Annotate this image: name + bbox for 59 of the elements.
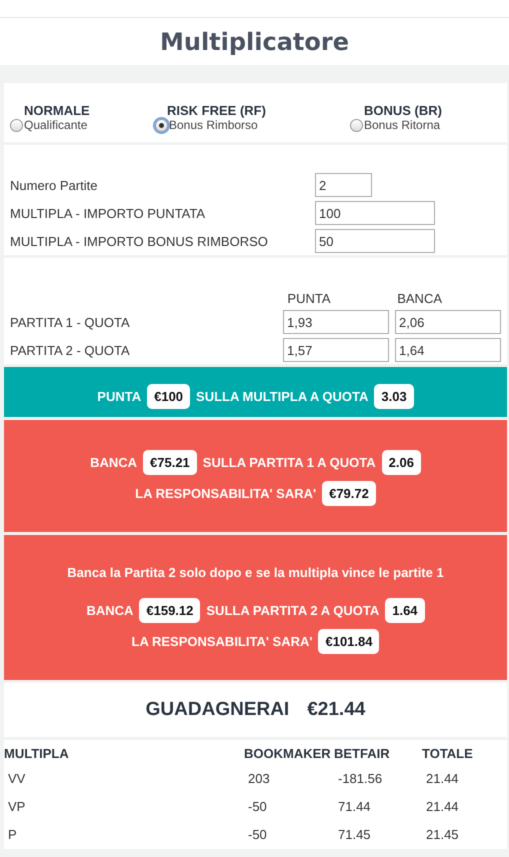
table-cell: 71.44 [334,793,422,821]
table-cell: P [4,821,244,849]
table-cell: -50 [244,793,334,821]
profit-label: GUADAGNERAI [146,699,290,721]
table-cell: 71.45 [334,821,422,849]
instruction-text: SULLA PARTITA 1 A QUOTA [202,455,376,470]
table-header: BETFAIR [334,740,422,765]
mode-option[interactable]: Bonus Rimborso [155,118,350,132]
column-header: PUNTA [287,290,332,306]
table-header: TOTALE [422,740,507,765]
table-header: MULTIPLA [4,740,244,765]
instruction-text: BANCA [90,455,138,470]
radio-button[interactable] [10,118,23,132]
table-cell: -50 [244,821,334,849]
value-badge: €100 [147,384,190,409]
radio-button[interactable] [350,118,363,132]
value-badge: €159.12 [139,598,200,623]
panel-note: Banca la Partita 2 solo dopo e se la multipla vince le partite 1 [67,565,444,580]
input-field[interactable]: 50 [315,229,435,253]
field-label: Numero Partite [10,178,98,192]
instruction-text: LA RESPONSABILITA' SARA' [135,486,316,501]
input-field[interactable]: 2 [315,173,372,197]
value-badge: €101.84 [318,629,380,654]
odds-field[interactable]: 1,64 [395,338,501,362]
table-cell: 21.44 [422,765,507,793]
radio-button[interactable] [155,118,168,132]
page-title: Multiplicatore [160,28,350,56]
instruction-text: SULLA PARTITA 2 A QUOTA [206,603,380,618]
value-badge: €79.72 [322,481,376,506]
odds-field[interactable]: 1,93 [283,310,389,334]
value-badge: 1.64 [385,598,425,623]
value-badge: €75.21 [143,450,197,475]
mode-heading: NORMALE [23,103,91,118]
odds-field[interactable]: 1,57 [283,338,389,362]
column-header: BANCA [397,290,444,306]
instruction-text: SULLA MULTIPLA A QUOTA [196,389,368,404]
row-label: PARTITA 1 - QUOTA [10,314,131,330]
mode-heading: RISK FREE (RF) [166,103,267,118]
table-cell: 203 [244,765,334,793]
mode-option[interactable]: Qualificante [10,118,155,132]
field-label: MULTIPLA - IMPORTO BONUS RIMBORSO [10,234,269,248]
odds-field[interactable]: 2,06 [395,310,501,334]
table-cell: -181.56 [334,765,422,793]
input-field[interactable]: 100 [315,201,435,225]
table-cell: 21.45 [422,821,507,849]
mode-option[interactable]: Bonus Ritorna [350,118,507,132]
instruction-text: LA RESPONSABILITA' SARA' [132,634,312,649]
instruction-text: BANCA [86,603,134,618]
field-label: MULTIPLA - IMPORTO PUNTATA [10,206,206,220]
table-cell: VV [4,765,244,793]
table-cell: VP [4,793,244,821]
table-cell: 21.44 [422,793,507,821]
value-badge: 2.06 [382,450,421,475]
value-badge: 3.03 [374,384,414,409]
row-label: PARTITA 2 - QUOTA [10,342,131,358]
profit-value: €21.44 [307,699,366,721]
instruction-text: PUNTA [97,389,142,404]
mode-heading: BONUS (BR) [363,103,443,118]
table-header: BOOKMAKER [244,740,334,765]
